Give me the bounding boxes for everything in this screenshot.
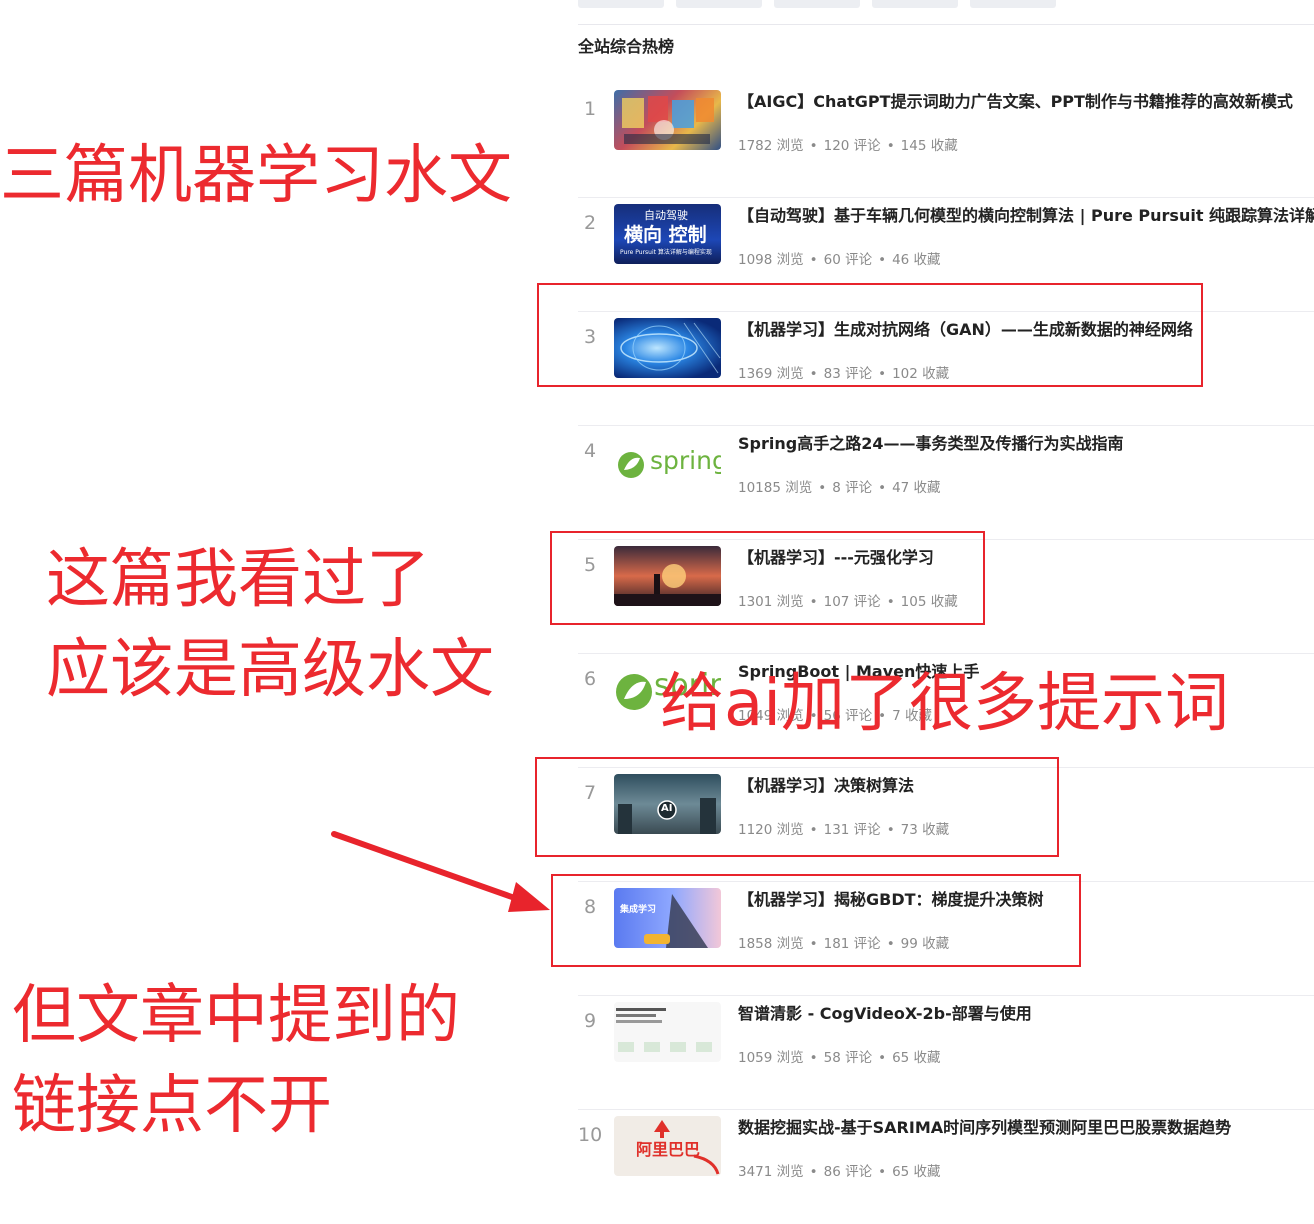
comment-count: 58 评论 bbox=[823, 1050, 873, 1066]
section-title: 全站综合热榜 bbox=[578, 37, 675, 56]
view-count: 1098 浏览 bbox=[738, 252, 804, 268]
annotation-note: 三篇机器学习水文 bbox=[0, 139, 512, 213]
article-title-link[interactable]: 【AIGC】ChatGPT提示词助力广告文案、PPT制作与书籍推荐的高效新模式 bbox=[738, 92, 1314, 112]
thumbnail-text: 横向 控制 bbox=[624, 224, 707, 246]
rank-number: 9 bbox=[583, 1010, 597, 1032]
article-title-link[interactable]: 【自动驾驶】基于车辆几何模型的横向控制算法 | Pure Pursuit 纯跟踪… bbox=[738, 206, 1314, 226]
thumbnail-text: spring bbox=[650, 446, 721, 475]
article-thumbnail[interactable] bbox=[614, 1002, 721, 1062]
article-thumbnail[interactable]: 自动驾驶 横向 控制 Pure Pursuit 算法详解与编程实现 bbox=[614, 204, 721, 264]
annotation-box bbox=[550, 531, 985, 625]
spring-leaf-icon bbox=[616, 674, 652, 710]
article-stats: 1782 浏览 • 120 评论 • 145 收藏 bbox=[738, 138, 958, 154]
annotation-note: 应该是高级水文 bbox=[46, 633, 494, 707]
rank-number: 2 bbox=[583, 212, 597, 234]
article-title-link[interactable]: 数据挖掘实战-基于SARIMA时间序列模型预测阿里巴巴股票数据趋势 bbox=[738, 1118, 1314, 1138]
category-tab[interactable] bbox=[774, 0, 860, 8]
article-stats: 3471 浏览 • 86 评论 • 65 收藏 bbox=[738, 1164, 941, 1180]
aigc-illustration-icon bbox=[622, 96, 714, 144]
article-stats: 10185 浏览 • 8 评论 • 47 收藏 bbox=[738, 480, 941, 496]
divider bbox=[578, 24, 1314, 25]
view-count: 3471 浏览 bbox=[738, 1164, 804, 1180]
annotation-note: 给ai加了很多提示词 bbox=[660, 667, 1229, 741]
article-thumbnail[interactable]: spring bbox=[614, 432, 721, 492]
hot-list-item[interactable]: 4 spring Spring高手之路24——事务类型及传播行为实战指南 101… bbox=[578, 426, 1314, 540]
rank-number: 10 bbox=[578, 1124, 603, 1146]
favorite-count: 65 收藏 bbox=[892, 1164, 941, 1180]
category-tab[interactable] bbox=[578, 0, 664, 8]
view-count: 1059 浏览 bbox=[738, 1050, 804, 1066]
thumbnail-text: Pure Pursuit 算法详解与编程实现 bbox=[620, 249, 712, 256]
hot-list-item[interactable]: 10 阿里巴巴 数据挖掘实战-基于SARIMA时间序列模型预测阿里巴巴股票数据趋… bbox=[578, 1110, 1314, 1224]
annotation-note: 这篇我看过了 bbox=[46, 543, 430, 617]
category-tab[interactable] bbox=[970, 0, 1056, 8]
hot-list-item[interactable]: 1 【AIGC】ChatGPT提示词助力广告文案、PPT制作与书籍推荐的高效新模… bbox=[578, 84, 1314, 198]
top-category-tabs bbox=[578, 0, 1314, 8]
article-title-link[interactable]: 智谱清影 - CogVideoX-2b-部署与使用 bbox=[738, 1004, 1314, 1024]
annotation-arrow-icon bbox=[331, 831, 550, 912]
category-tab[interactable] bbox=[872, 0, 958, 8]
annotation-note: 链接点不开 bbox=[12, 1069, 332, 1143]
article-thumbnail[interactable] bbox=[614, 90, 721, 150]
rank-number: 4 bbox=[583, 440, 597, 462]
view-count: 10185 浏览 bbox=[738, 480, 813, 496]
article-stats: 1059 浏览 • 58 评论 • 65 收藏 bbox=[738, 1050, 941, 1066]
view-count: 1782 浏览 bbox=[738, 138, 804, 154]
annotation-box bbox=[537, 283, 1203, 387]
comment-count: 8 评论 bbox=[832, 480, 873, 496]
rank-number: 6 bbox=[583, 668, 597, 690]
rank-number: 1 bbox=[583, 98, 597, 120]
hot-list-item[interactable]: 9 智谱清影 - CogVideoX-2b-部署与使用 1059 浏览 • 58 评… bbox=[578, 996, 1314, 1110]
comment-count: 60 评论 bbox=[823, 252, 873, 268]
spring-leaf-icon bbox=[618, 452, 644, 478]
thumbnail-text: 阿里巴巴 bbox=[636, 1140, 701, 1159]
favorite-count: 65 收藏 bbox=[892, 1050, 941, 1066]
favorite-count: 47 收藏 bbox=[892, 480, 941, 496]
category-tab[interactable] bbox=[676, 0, 762, 8]
document-screenshot-icon bbox=[616, 1008, 712, 1052]
favorite-count: 145 收藏 bbox=[900, 138, 958, 154]
annotation-box bbox=[535, 757, 1059, 857]
favorite-count: 46 收藏 bbox=[892, 252, 941, 268]
article-stats: 1098 浏览 • 60 评论 • 46 收藏 bbox=[738, 252, 941, 268]
annotation-note: 但文章中提到的 bbox=[12, 979, 460, 1053]
annotation-box bbox=[551, 874, 1081, 967]
comment-count: 86 评论 bbox=[823, 1164, 873, 1180]
comment-count: 120 评论 bbox=[823, 138, 881, 154]
article-thumbnail[interactable]: 阿里巴巴 bbox=[614, 1116, 721, 1176]
article-title-link[interactable]: Spring高手之路24——事务类型及传播行为实战指南 bbox=[738, 434, 1314, 454]
